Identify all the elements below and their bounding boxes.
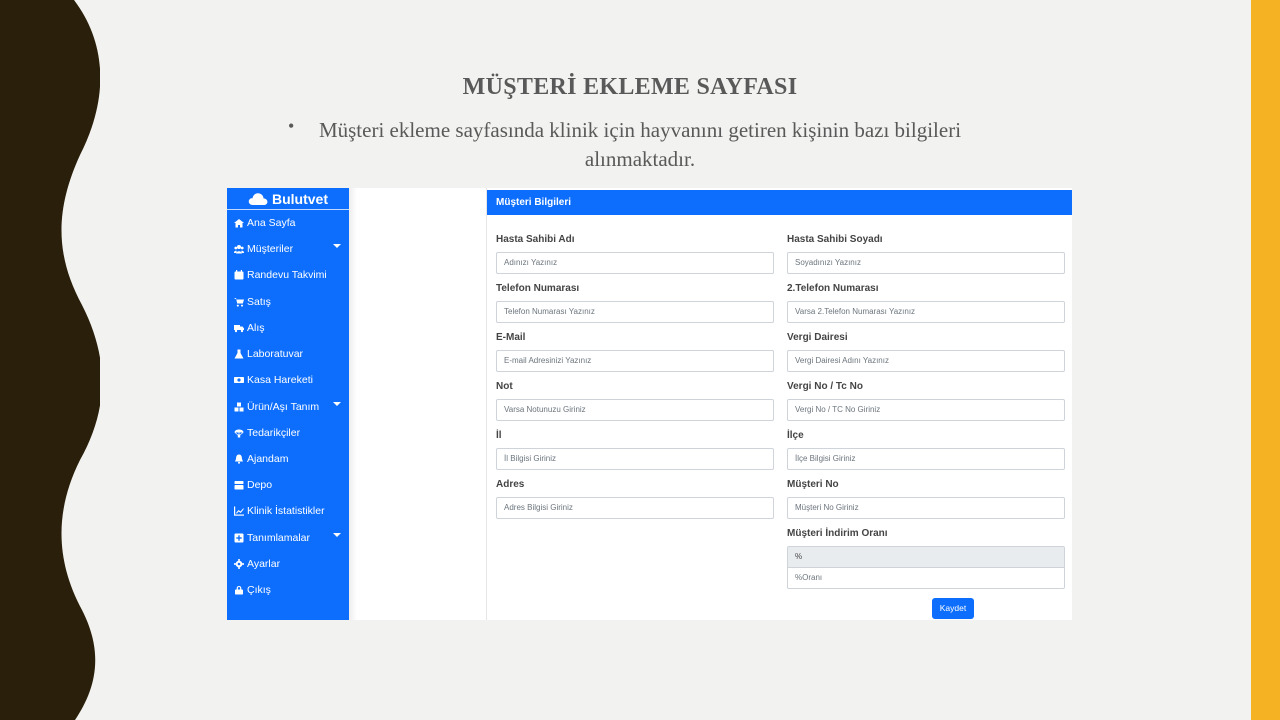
warehouse-icon xyxy=(233,480,245,490)
sidebar-item-15[interactable]: Çıkış xyxy=(233,581,345,599)
sidebar-item-label: Ayarlar xyxy=(247,558,281,570)
field-input[interactable]: Vergi Dairesi Adını Yazınız xyxy=(787,350,1065,372)
sidebar-item-8[interactable]: Ürün/Aşı Tanım xyxy=(233,398,345,416)
field-label: Telefon Numarası xyxy=(496,283,580,294)
sidebar-item-label: Alış xyxy=(247,322,265,334)
users-icon xyxy=(233,244,245,254)
panel-divider xyxy=(486,188,487,620)
cart-icon xyxy=(233,297,245,307)
chart-icon xyxy=(233,506,245,516)
field-label: Hasta Sahibi Soyadı xyxy=(787,234,883,245)
calendar-icon xyxy=(233,270,245,280)
sidebar-item-7[interactable]: Kasa Hareketi xyxy=(233,371,345,389)
flask-icon xyxy=(233,349,245,359)
sidebar-item-12[interactable]: Klinik İstatistikler xyxy=(233,502,345,520)
field-input[interactable]: Varsa Notunuzu Giriniz xyxy=(496,399,774,421)
sidebar-item-label: Satış xyxy=(247,296,271,308)
sidebar-item-13[interactable]: Tanımlamalar xyxy=(233,529,345,547)
field-input[interactable]: Adres Bilgisi Giriniz xyxy=(496,497,774,519)
brand-name: Bulutvet xyxy=(272,190,328,207)
sidebar-item-5[interactable]: Alış xyxy=(233,319,345,337)
sidebar-item-14[interactable]: Ayarlar xyxy=(233,555,345,573)
sidebar-item-3[interactable]: Randevu Takvimi xyxy=(233,266,345,284)
sidebar-item-label: Müşteriler xyxy=(247,243,294,255)
sidebar-item-label: Klinik İstatistikler xyxy=(247,505,325,517)
sidebar-item-1[interactable]: Ana Sayfa xyxy=(233,214,345,232)
field-input[interactable]: Varsa 2.Telefon Numarası Yazınız xyxy=(787,301,1065,323)
field-label: Hasta Sahibi Adı xyxy=(496,234,575,245)
sidebar-item-label: Randevu Takvimi xyxy=(247,269,327,281)
lock-icon xyxy=(233,585,245,595)
field-input[interactable]: İlçe Bilgisi Giriniz xyxy=(787,448,1065,470)
caret-down-icon[interactable] xyxy=(333,244,341,248)
field-label: Not xyxy=(496,381,513,392)
sidebar-item-label: Ana Sayfa xyxy=(247,217,296,229)
field-input[interactable]: Telefon Numarası Yazınız xyxy=(496,301,774,323)
field-label: İlçe xyxy=(787,430,804,441)
field-label: 2.Telefon Numarası xyxy=(787,283,879,294)
form-header: Müşteri Bilgileri xyxy=(487,190,1072,215)
brand[interactable]: Bulutvet xyxy=(227,188,349,210)
sidebar-shadow xyxy=(349,188,357,620)
sidebar-item-11[interactable]: Depo xyxy=(233,476,345,494)
sidebar-item-label: Tedarikçiler xyxy=(247,427,301,439)
cloud-icon xyxy=(248,192,268,205)
field-input[interactable]: Vergi No / TC No Giriniz xyxy=(787,399,1065,421)
sidebar-item-label: Çıkış xyxy=(247,584,271,596)
caret-down-icon[interactable] xyxy=(333,533,341,537)
discount-label: Müşteri İndirim Oranı xyxy=(787,528,888,539)
sidebar-item-label: Tanımlamalar xyxy=(247,532,311,544)
field-label: Vergi No / Tc No xyxy=(787,381,863,392)
plus-square-icon xyxy=(233,533,245,543)
sidebar-item-6[interactable]: Laboratuvar xyxy=(233,345,345,363)
sidebar-item-label: Laboratuvar xyxy=(247,348,304,360)
field-label: Adres xyxy=(496,479,525,490)
gear-icon xyxy=(233,559,245,569)
slide-title: MÜŞTERİ EKLEME SAYFASI xyxy=(462,74,798,100)
app-screenshot: Bulutvet Ana Sayfa Müşteriler Randevu Takv… xyxy=(227,188,1072,620)
accent-bar xyxy=(1251,0,1280,720)
field-input[interactable]: İl Bilgisi Giriniz xyxy=(496,448,774,470)
sidebar-item-label: Ürün/Aşı Tanım xyxy=(247,401,320,413)
sidebar-item-9[interactable]: Tedarikçiler xyxy=(233,424,345,442)
discount-input[interactable]: %Oranı xyxy=(787,567,1065,589)
bell-icon xyxy=(233,454,245,464)
wavy-border-decoration xyxy=(0,0,100,720)
sidebar-item-4[interactable]: Satış xyxy=(233,293,345,311)
field-input[interactable]: Müşteri No Giriniz xyxy=(787,497,1065,519)
field-label: İl xyxy=(496,430,502,441)
sidebar-item-10[interactable]: Ajandam xyxy=(233,450,345,468)
save-button[interactable]: Kaydet xyxy=(932,598,974,619)
field-input[interactable]: E-mail Adresinizi Yazınız xyxy=(496,350,774,372)
boxes-icon xyxy=(233,402,245,412)
sidebar-item-label: Kasa Hareketi xyxy=(247,374,313,386)
sidebar-item-label: Depo xyxy=(247,479,273,491)
money-icon xyxy=(233,375,245,385)
sidebar-item-label: Ajandam xyxy=(247,453,289,465)
slide-bullet-text: Müşteri ekleme sayfasında klinik için ha… xyxy=(318,118,962,171)
field-input[interactable]: Soyadınızı Yazınız xyxy=(787,252,1065,274)
field-label: E-Mail xyxy=(496,332,526,343)
percent-addon: % xyxy=(787,546,1065,568)
truck-icon xyxy=(233,323,245,333)
parachute-icon xyxy=(233,428,245,438)
sidebar-item-2[interactable]: Müşteriler xyxy=(233,240,345,258)
field-label: Vergi Dairesi xyxy=(787,332,848,343)
field-label: Müşteri No xyxy=(787,479,839,490)
field-input[interactable]: Adınızı Yazınız xyxy=(496,252,774,274)
caret-down-icon[interactable] xyxy=(333,402,341,406)
home-icon xyxy=(233,218,245,228)
sidebar: Bulutvet Ana Sayfa Müşteriler Randevu Takv… xyxy=(227,188,349,620)
